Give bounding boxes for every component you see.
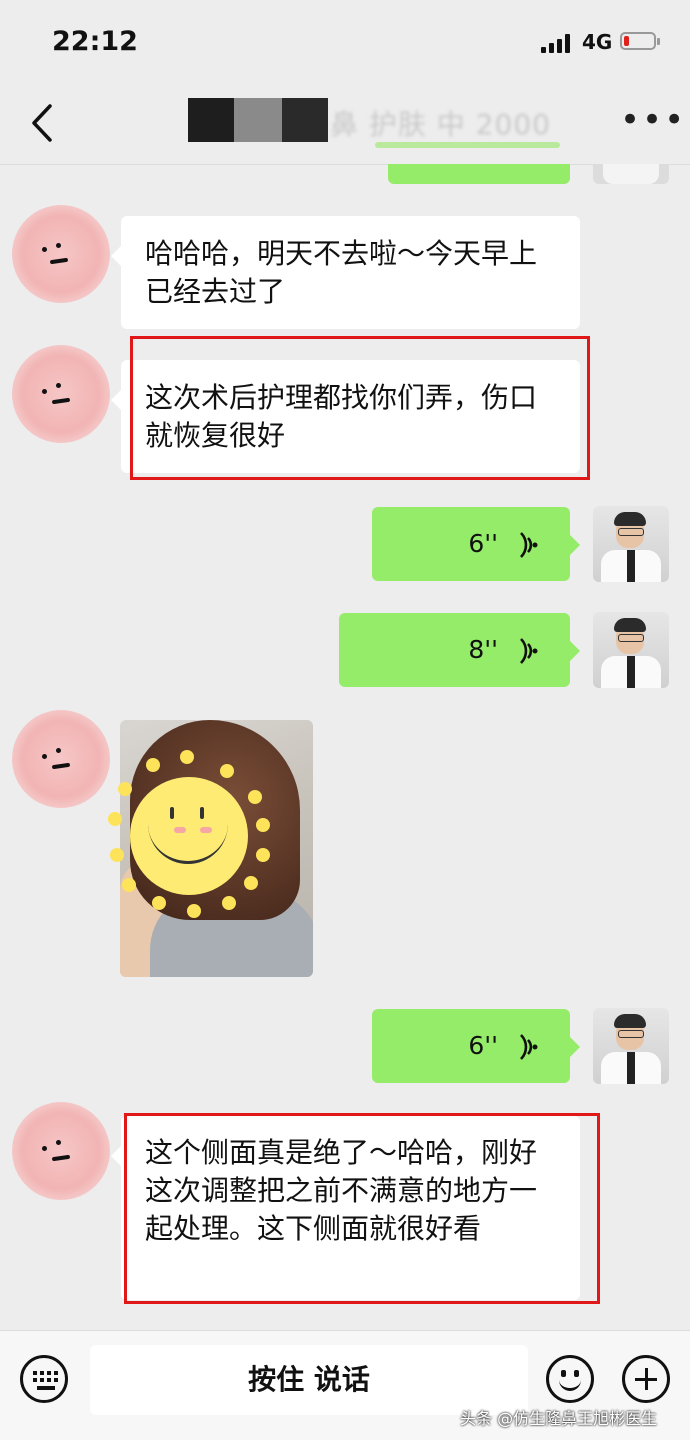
emoji-icon[interactable] xyxy=(546,1355,594,1403)
voice-message-bubble[interactable]: 6'' xyxy=(372,507,580,581)
sun-ray xyxy=(110,848,124,862)
sun-ray xyxy=(256,848,270,862)
my-avatar[interactable] xyxy=(593,506,669,582)
title-underline xyxy=(375,142,560,148)
keyboard-icon[interactable] xyxy=(20,1355,68,1403)
sun-sticker xyxy=(130,777,248,895)
title-redaction xyxy=(188,98,328,142)
friend-avatar[interactable] xyxy=(12,345,110,443)
voice-wave-icon xyxy=(520,1034,538,1060)
my-avatar[interactable] xyxy=(593,1008,669,1084)
chevron-left-icon[interactable] xyxy=(24,100,64,146)
friend-avatar[interactable] xyxy=(12,1102,110,1200)
sun-ray xyxy=(108,812,122,826)
voice-wave-icon xyxy=(520,532,538,558)
watermark: 头条 @仿生隆鼻王旭彬医生 xyxy=(460,1409,658,1428)
network-type: 4G xyxy=(582,30,613,54)
voice-wave-icon xyxy=(520,638,538,664)
voice-duration: 8'' xyxy=(468,635,498,664)
sun-ray xyxy=(152,896,166,910)
sun-ray xyxy=(256,818,270,832)
chat-title: 鼻 护肤 中 2000 xyxy=(330,108,551,141)
voice-duration: 6'' xyxy=(468,1031,498,1060)
sun-ray xyxy=(248,790,262,804)
signal-icon xyxy=(541,33,575,53)
friend-avatar[interactable] xyxy=(12,710,110,808)
voice-duration: 6'' xyxy=(468,529,498,558)
more-dots-icon[interactable]: ••• xyxy=(620,103,684,137)
sun-ray xyxy=(146,758,160,772)
partial-bubble xyxy=(388,164,570,184)
partial-avatar xyxy=(593,164,669,184)
message-bubble[interactable]: 哈哈哈，明天不去啦～今天早上已经去过了 xyxy=(111,216,580,329)
message-text: 哈哈哈，明天不去啦～今天早上已经去过了 xyxy=(145,237,538,308)
friend-avatar[interactable] xyxy=(12,205,110,303)
my-avatar[interactable] xyxy=(593,612,669,688)
battery-icon xyxy=(620,32,660,50)
plus-icon[interactable] xyxy=(622,1355,670,1403)
voice-message-bubble[interactable]: 8'' xyxy=(339,613,580,687)
sun-ray xyxy=(122,878,136,892)
sun-ray xyxy=(118,782,132,796)
highlight-box xyxy=(130,336,590,480)
sun-ray xyxy=(244,876,258,890)
sun-ray xyxy=(220,764,234,778)
sun-ray xyxy=(180,750,194,764)
highlight-box xyxy=(124,1113,600,1304)
sun-ray xyxy=(187,904,201,918)
status-time: 22:12 xyxy=(52,26,138,57)
sun-ray xyxy=(222,896,236,910)
voice-message-bubble[interactable]: 6'' xyxy=(372,1009,580,1083)
